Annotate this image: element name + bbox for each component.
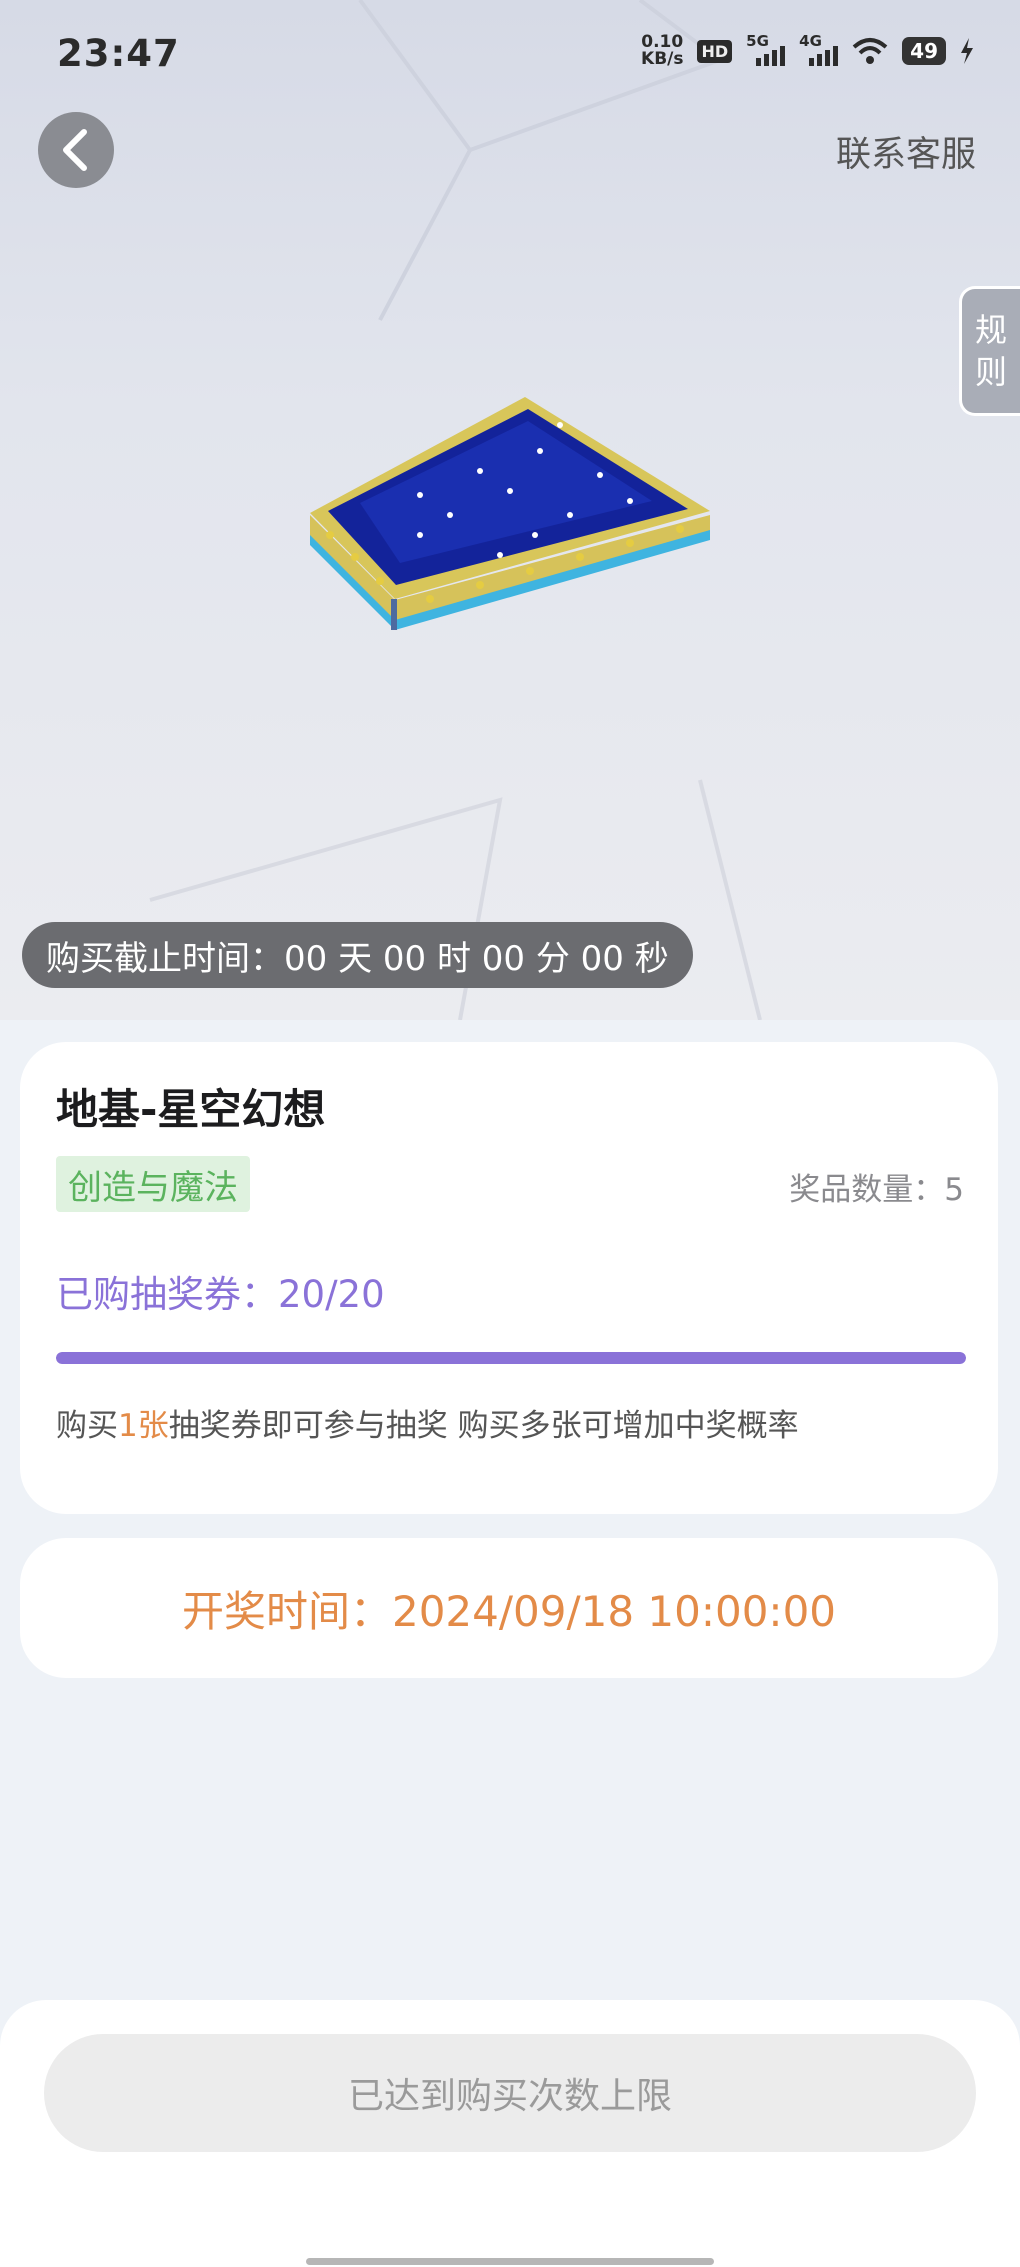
status-bar: 23:47 0.10 KB/s HD 5G 4G 49 — [0, 0, 1020, 110]
rules-label-1: 规 — [974, 311, 1007, 349]
hint-suffix: 抽奖券即可参与抽奖 购买多张可增加中奖概率 — [168, 1408, 799, 1444]
draw-time-card: 开奖时间：2024/09/18 10:00:00 — [20, 1538, 998, 1678]
wifi-icon — [852, 38, 888, 64]
prize-count: 奖品数量：5 — [789, 1172, 964, 1208]
bottom-action-bar: 已达到购买次数上限 — [0, 2000, 1020, 2267]
signal-4g-label: 4G — [799, 32, 822, 50]
signal-5g-icon: 5G — [746, 32, 786, 66]
hd-icon: HD — [697, 39, 733, 63]
contact-service-link[interactable]: 联系客服 — [836, 126, 976, 177]
hint-highlight: 1张 — [118, 1408, 169, 1444]
draw-time: 开奖时间：2024/09/18 10:00:00 — [181, 1586, 837, 1636]
hint-prefix: 购买 — [56, 1408, 118, 1444]
back-button[interactable] — [38, 112, 114, 188]
rules-tab[interactable]: 规 则 — [959, 286, 1020, 416]
signal-4g-icon: 4G — [799, 32, 839, 66]
status-time: 23:47 — [57, 32, 180, 75]
item-info-card: 地基-星空幻想 创造与魔法 奖品数量：5 已购抽奖券：20/20 购买1张抽奖券… — [20, 1042, 998, 1514]
net-speed-unit: KB/s — [641, 49, 684, 69]
item-title: 地基-星空幻想 — [56, 1085, 326, 1134]
buy-button-disabled[interactable]: 已达到购买次数上限 — [44, 2034, 976, 2152]
net-speed-indicator: 0.10 KB/s — [641, 34, 683, 68]
rules-label-2: 则 — [974, 353, 1007, 391]
home-indicator[interactable] — [306, 2258, 714, 2265]
hero-banner: 23:47 0.10 KB/s HD 5G 4G 49 联系客服 规 则 购买截… — [0, 0, 1020, 1020]
category-tag: 创造与魔法 — [56, 1156, 250, 1212]
purchase-progress-bar — [56, 1352, 966, 1364]
chevron-left-icon — [63, 129, 87, 171]
purchase-deadline-badge: 购买截止时间：00 天 00 时 00 分 00 秒 — [22, 922, 693, 988]
battery-icon: 49 — [902, 37, 946, 65]
progress-fill — [56, 1352, 966, 1364]
purchase-hint: 购买1张抽奖券即可参与抽奖 购买多张可增加中奖概率 — [56, 1400, 799, 1445]
signal-5g-label: 5G — [746, 32, 769, 50]
purchased-tickets: 已购抽奖券：20/20 — [56, 1273, 385, 1316]
charging-icon — [961, 38, 973, 64]
product-image — [310, 397, 710, 630]
